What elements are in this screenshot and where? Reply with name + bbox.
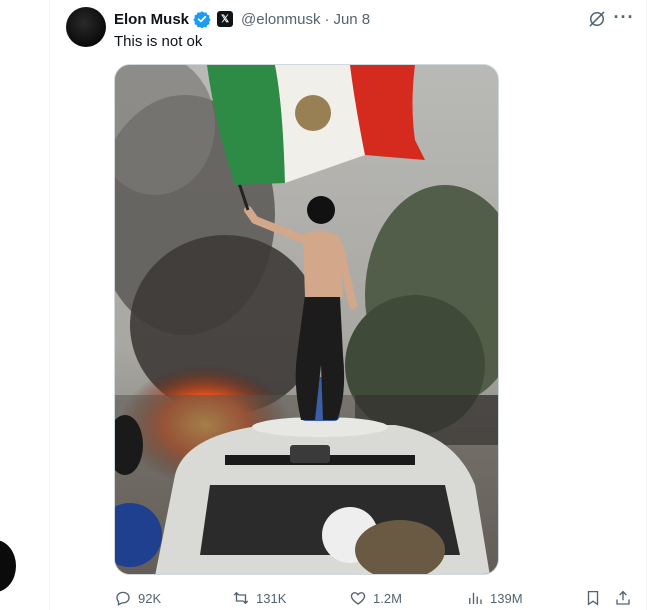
tweet-text: This is not ok — [114, 33, 203, 50]
share-icon — [616, 590, 630, 605]
tweet-date[interactable]: Jun 8 — [333, 11, 370, 28]
photo-scene — [115, 65, 498, 574]
repost-button[interactable]: 131K — [232, 586, 286, 610]
reply-icon — [116, 591, 130, 606]
author-handle[interactable]: @elonmusk — [241, 11, 320, 28]
x-affiliate-icon[interactable]: 𝕏 — [217, 11, 234, 27]
more-icon[interactable]: ··· — [613, 8, 635, 30]
like-icon — [350, 592, 366, 605]
author-name[interactable]: Elon Musk — [114, 11, 189, 28]
like-count: 1.2M — [373, 590, 402, 606]
views-count: 139M — [490, 590, 523, 606]
grok-icon[interactable] — [587, 9, 607, 29]
compose-avatar[interactable] — [0, 540, 16, 592]
timeline-right-border — [646, 0, 647, 610]
views-icon — [469, 592, 482, 604]
repost-count: 131K — [256, 590, 287, 606]
author-avatar[interactable] — [66, 7, 106, 47]
views-button[interactable]: 139M — [466, 586, 523, 610]
reply-count: 92K — [138, 590, 162, 606]
tweet-header: Elon Musk 𝕏 @elonmusk · Jun 8 — [114, 9, 370, 29]
like-button[interactable]: 1.2M — [349, 586, 402, 610]
bookmark-icon — [587, 590, 599, 606]
tweet-photo[interactable] — [114, 64, 499, 575]
tweet[interactable]: Elon Musk 𝕏 @elonmusk · Jun 8 ··· This i… — [50, 0, 646, 610]
header-separator: · — [324, 10, 330, 28]
verified-badge-icon[interactable] — [193, 10, 211, 28]
bookmark-button[interactable] — [584, 586, 602, 610]
share-button[interactable] — [614, 586, 632, 610]
repost-icon — [233, 591, 249, 605]
tweet-actions: 92K 131K 1.2M 139M — [114, 586, 634, 610]
reply-button[interactable]: 92K — [114, 586, 161, 610]
